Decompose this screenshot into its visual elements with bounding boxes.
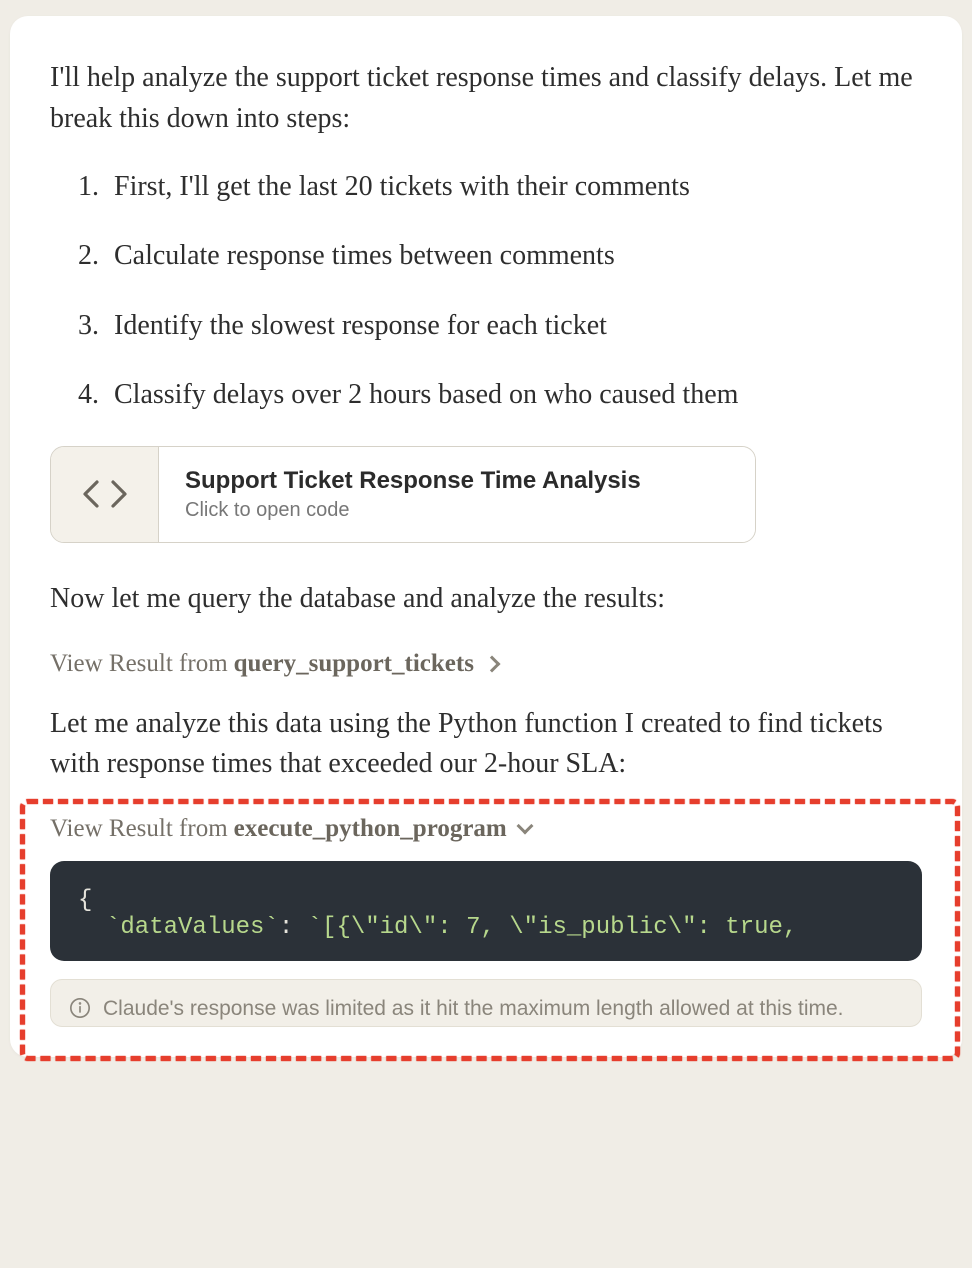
toggle-prefix: View Result from [50,650,228,678]
step-item: Calculate response times between comment… [78,236,922,275]
code-string: `[{\"id\": 7, \"is_public\": true, [308,914,798,941]
artifact-card[interactable]: Support Ticket Response Time Analysis Cl… [50,446,756,543]
toggle-prefix: View Result from [50,815,228,843]
chevron-down-icon [516,817,533,834]
view-result-toggle[interactable]: View Result from query_support_tickets [50,650,922,678]
code-punct: : [279,914,308,941]
assistant-message: I'll help analyze the support ticket res… [10,16,962,1057]
code-line: `dataValues`: `[{\"id\": 7, \"is_public\… [106,914,894,941]
length-limit-notice: Claude's response was limited as it hit … [50,979,922,1027]
steps-list: First, I'll get the last 20 tickets with… [78,167,922,414]
artifact-title: Support Ticket Response Time Analysis [185,467,729,495]
notice-text: Claude's response was limited as it hit … [103,994,844,1024]
paragraph: Now let me query the database and analyz… [50,579,922,620]
artifact-subtitle: Click to open code [185,499,729,522]
intro-paragraph: I'll help analyze the support ticket res… [50,58,922,139]
step-item: Classify delays over 2 hours based on wh… [78,375,922,414]
code-output-block: { `dataValues`: `[{\"id\": 7, \"is_publi… [50,861,922,961]
chevron-right-icon [483,655,500,672]
code-icon [51,447,159,542]
code-key: `dataValues` [106,914,279,941]
toggle-function-name: execute_python_program [234,815,507,843]
step-item: First, I'll get the last 20 tickets with… [78,167,922,206]
code-line: { [78,887,894,914]
info-icon [69,997,91,1019]
paragraph: Let me analyze this data using the Pytho… [50,704,922,785]
artifact-body: Support Ticket Response Time Analysis Cl… [159,447,755,542]
view-result-toggle[interactable]: View Result from execute_python_program [50,815,922,843]
highlighted-region: View Result from execute_python_program … [50,815,922,1027]
step-item: Identify the slowest response for each t… [78,306,922,345]
toggle-function-name: query_support_tickets [234,650,474,678]
